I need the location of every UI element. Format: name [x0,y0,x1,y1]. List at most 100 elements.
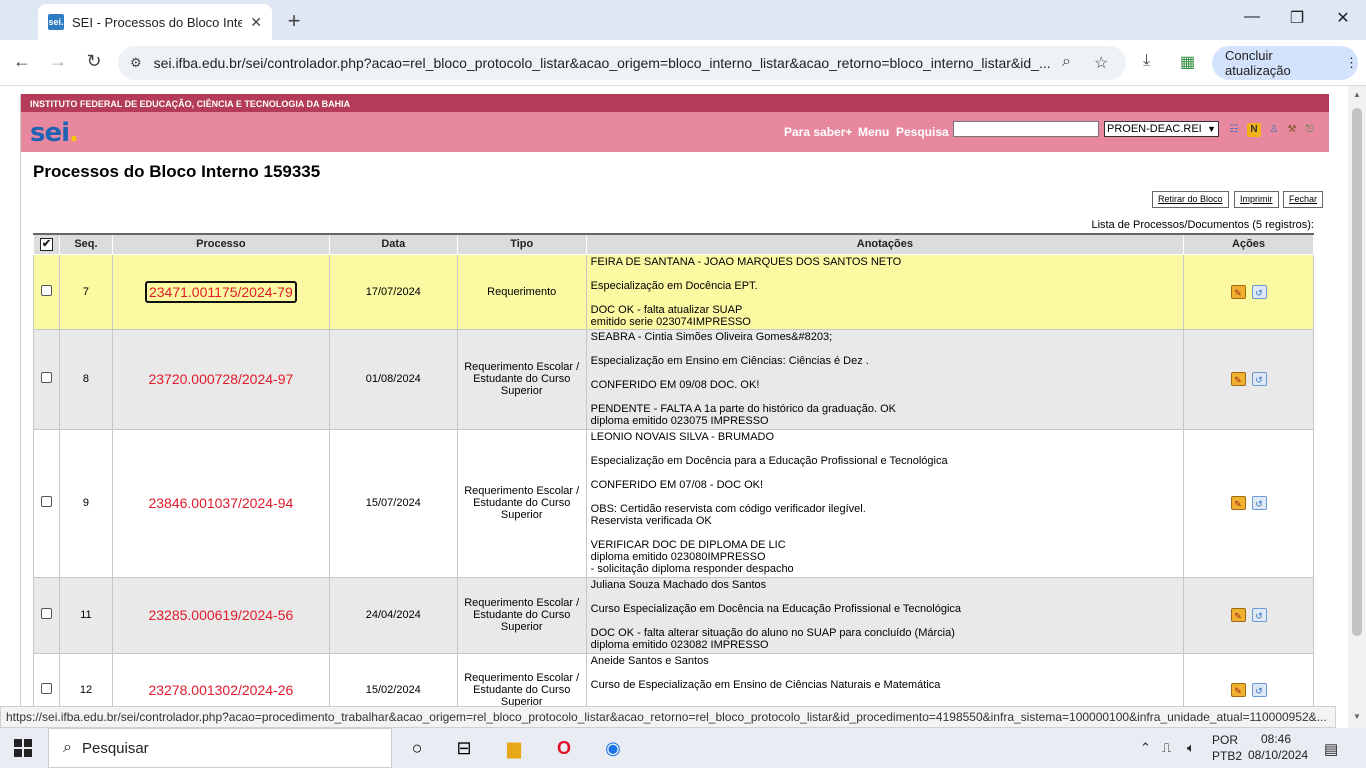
tray-chevron-icon[interactable]: ⌃ [1140,740,1151,756]
network-icon[interactable]: ⎍ [1162,740,1171,756]
annotation-line [591,367,1179,379]
volume-icon[interactable]: 🔈︎ [1187,740,1195,756]
browser-toolbar: ← → ↻ ⚙ sei.ifba.edu.br/sei/controlador.… [0,40,1366,86]
language-indicator[interactable]: POR PTB2 [1212,732,1242,764]
data-cell: 01/08/2024 [328,328,458,430]
row-checkbox-cell[interactable] [33,253,60,330]
row-checkbox-cell[interactable] [33,328,60,430]
row-checkbox-cell[interactable] [33,652,60,706]
process-link[interactable]: 23471.001175/2024-79 [144,280,297,303]
notifications-icon[interactable]: ▤ [1324,740,1338,758]
annotation-icon[interactable]: ✎ [1230,496,1246,510]
data-cell: 15/02/2024 [328,652,458,706]
col-processo: Processo [111,233,330,255]
scroll-down-icon[interactable]: ▼ [1353,712,1361,721]
clock[interactable]: 08:46 08/10/2024 [1248,731,1308,763]
remove-from-block-icon[interactable]: ↺ [1251,496,1267,510]
col-seq: Seq. [58,233,113,255]
forward-button[interactable]: → [46,51,70,72]
acoes-cell: ✎ ↺ [1183,652,1314,706]
update-button[interactable]: Concluir atualização ⋮ [1212,46,1358,80]
processo-cell: 23278.001302/2024-26 [111,652,330,706]
row-checkbox[interactable] [40,608,52,619]
browser-tabstrip: sei. SEI - Processos do Bloco Interno ✕ … [0,0,1366,40]
para-saber-link[interactable]: Para saber+ [784,125,852,139]
news-icon[interactable]: N [1247,123,1261,137]
imprimir-button[interactable]: Imprimir [1234,191,1279,208]
more-menu-icon[interactable]: ⋮ [1345,55,1358,71]
annotation-icon[interactable]: ✎ [1230,284,1246,299]
minimize-button[interactable]: — [1232,8,1272,26]
annotation-line [591,467,1179,479]
tipo-cell: Requerimento [456,253,587,330]
pesquisa-input[interactable] [953,121,1099,137]
address-bar[interactable]: ⚙ sei.ifba.edu.br/sei/controlador.php?ac… [118,46,1126,80]
zoom-icon[interactable]: ⌕ [1062,53,1071,71]
row-checkbox-cell[interactable] [33,428,60,578]
sei-favicon-icon: sei. [48,14,64,30]
fechar-button[interactable]: Fechar [1283,191,1324,208]
scroll-up-icon[interactable]: ▲ [1353,90,1361,99]
unit-select[interactable]: PROEN-DEAC.REI ▼ [1104,121,1219,137]
menu-link[interactable]: Menu [858,125,889,139]
logout-icon[interactable]: ⎋ [1303,123,1317,137]
annotation-line: CONFERIDO EM 09/08 DOC. OK! [590,378,760,391]
reload-button[interactable]: ↻ [82,51,106,72]
url-text: sei.ifba.edu.br/sei/controlador.php?acao… [153,55,1050,71]
process-link[interactable]: 23720.000728/2024-97 [148,371,293,387]
sei-logo[interactable]: sei. [30,118,79,148]
page-scrollbar[interactable]: ▲ ▼ [1348,86,1366,728]
annotation-line [591,268,1179,280]
remove-from-block-icon[interactable]: ↺ [1251,284,1267,299]
annotation-icon[interactable]: ✎ [1230,372,1246,386]
grid-menu-icon[interactable]: ☷ [1227,123,1241,137]
annotation-line [591,343,1179,355]
table-row: 7 23471.001175/2024-79 17/07/2024 Requerime… [33,253,1314,330]
windows-start-icon[interactable] [14,739,32,757]
retirar-bloco-button[interactable]: Retirar do Bloco [1152,191,1229,208]
process-link[interactable]: 23285.000619/2024-56 [148,607,293,623]
row-checkbox[interactable] [40,284,52,296]
back-button[interactable]: ← [10,51,34,72]
bookmark-star-icon[interactable]: ☆ [1094,53,1108,73]
maximize-button[interactable]: ❐ [1277,8,1317,28]
browser-tab[interactable]: sei. SEI - Processos do Bloco Interno ✕ [38,4,272,40]
annotation-icon[interactable]: ✎ [1230,683,1246,697]
row-checkbox[interactable] [40,372,52,383]
download-icon[interactable]: ⤓ [1143,52,1150,70]
acoes-cell: ✎ ↺ [1183,428,1314,578]
select-all-header[interactable]: ✔ [33,233,60,255]
annotation-icon[interactable]: ✎ [1230,608,1246,622]
user-icon[interactable]: ♙ [1267,123,1281,137]
site-info-icon[interactable]: ⚙ [130,55,142,71]
table-row: 11 23285.000619/2024-56 24/04/2024 Requerim… [33,576,1314,654]
new-tab-button[interactable]: + [283,8,305,34]
annotation-line: Especialização em Docência EPT. [590,279,758,292]
cortana-icon[interactable]: ○ [405,736,429,760]
remove-from-block-icon[interactable]: ↺ [1251,372,1267,386]
tipo-cell: Requerimento Escolar / Estudante do Curs… [456,328,587,430]
row-checkbox[interactable] [40,496,52,507]
process-link[interactable]: 23278.001302/2024-26 [148,682,293,698]
extension-icon[interactable]: ▦ [1180,52,1195,72]
acoes-cell: ✎ ↺ [1183,576,1314,654]
file-explorer-icon[interactable]: ▆ [502,736,526,760]
scrollbar-thumb[interactable] [1352,108,1362,636]
row-checkbox-cell[interactable] [33,576,60,654]
select-all-checkbox[interactable]: ✔ [39,237,53,251]
data-cell: 17/07/2024 [328,253,458,330]
opera-icon[interactable]: O [552,736,576,760]
process-link[interactable]: 23846.001037/2024-94 [148,495,293,511]
close-window-button[interactable]: ✕ [1323,8,1363,28]
row-checkbox[interactable] [40,683,52,694]
close-tab-icon[interactable]: ✕ [250,14,262,31]
annotation-line: DOC OK - falta atualizar SUAP [590,303,743,316]
taskbar-search[interactable]: ⌕ Pesquisar [48,728,392,768]
processo-cell: 23720.000728/2024-97 [111,328,330,430]
task-view-icon[interactable]: ⊟ [452,736,476,760]
tab-title: SEI - Processos do Bloco Interno [72,14,242,30]
remove-from-block-icon[interactable]: ↺ [1251,683,1267,697]
remove-from-block-icon[interactable]: ↺ [1251,608,1267,622]
chrome-icon[interactable]: ◉ [601,736,625,760]
tools-icon[interactable]: ⚒ [1285,123,1299,137]
